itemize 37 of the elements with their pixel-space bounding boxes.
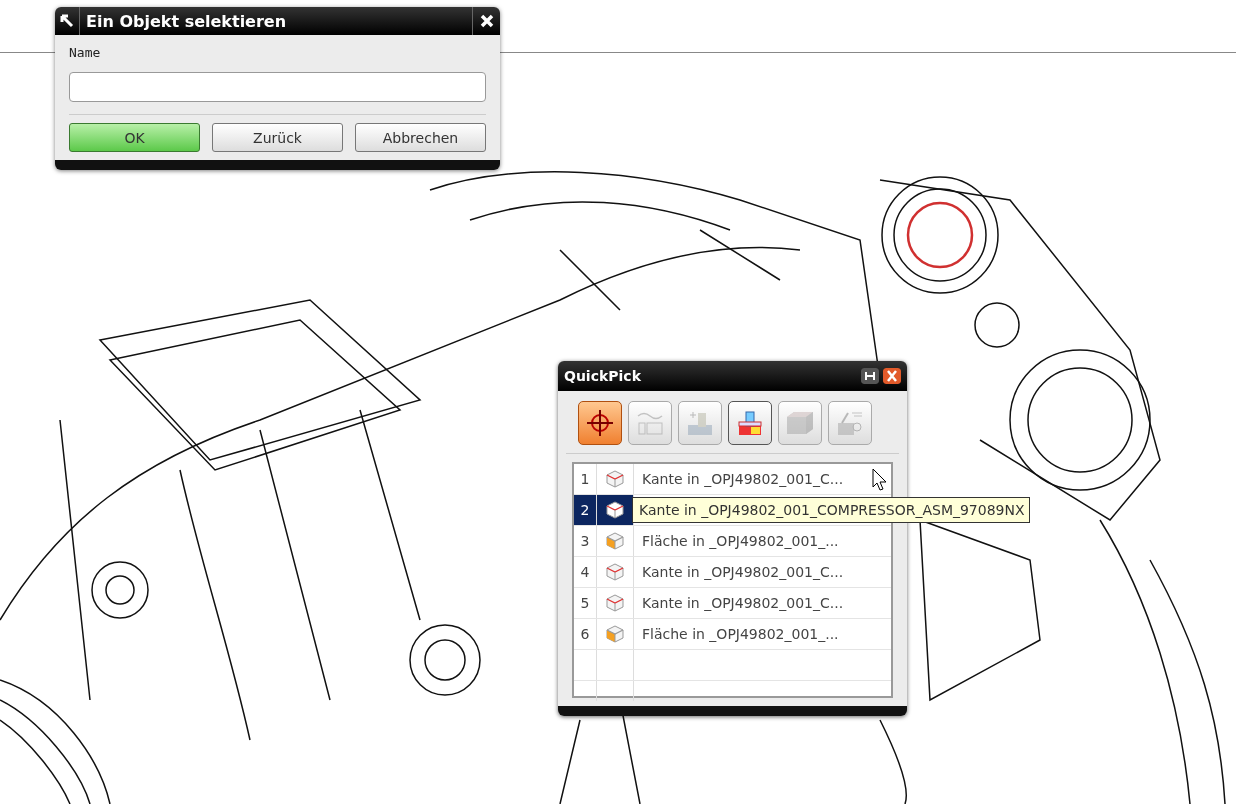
filter-button[interactable]: [578, 401, 622, 445]
pointer-icon: [60, 14, 74, 28]
dialog-title: Ein Objekt selektieren: [85, 11, 288, 31]
list-row[interactable]: 3 Fläche in _OPJ49802_001_...: [574, 526, 891, 557]
list-row[interactable]: 4 Kante in _OPJ49802_001_C...: [574, 557, 891, 588]
row-number: 5: [574, 588, 597, 618]
list-row[interactable]: 5 Kante in _OPJ49802_001_C...: [574, 588, 891, 619]
row-number: 2: [574, 495, 597, 525]
edge-cube-icon: [606, 501, 624, 519]
filter-button[interactable]: [728, 401, 772, 445]
row-number: 4: [574, 557, 597, 587]
row-number: 6: [574, 619, 597, 649]
pin-icon[interactable]: [861, 368, 879, 384]
edge-cube-icon: [606, 470, 624, 488]
tooltip: Kante in _OPJ49802_001_COMPRESSOR_ASM_97089NX: [632, 497, 1030, 523]
dialog-button[interactable]: Abbrechen: [355, 123, 486, 152]
row-label: Kante in _OPJ49802_001_C...: [641, 595, 844, 611]
row-label: Kante in _OPJ49802_001_C...: [641, 471, 844, 487]
dialog-title: QuickPick: [564, 368, 642, 384]
row-number: 1: [574, 464, 597, 494]
close-icon[interactable]: [883, 368, 901, 384]
name-input-field[interactable]: [69, 72, 486, 102]
dialog-button[interactable]: Zurück: [212, 123, 343, 152]
list-row[interactable]: 6 Fläche in _OPJ49802_001_...: [574, 619, 891, 650]
row-label: Kante in _OPJ49802_001_C...: [641, 564, 844, 580]
face-cube-icon: [606, 625, 624, 643]
dialog-button[interactable]: OK: [69, 123, 200, 152]
row-number: 3: [574, 526, 597, 556]
mouse-cursor-icon: [872, 468, 888, 492]
field-label: Name: [69, 45, 102, 60]
edge-cube-icon: [606, 594, 624, 612]
row-label: Fläche in _OPJ49802_001_...: [641, 533, 839, 549]
row-label: Fläche in _OPJ49802_001_...: [641, 626, 839, 642]
face-cube-icon: [606, 532, 624, 550]
close-icon: [478, 13, 495, 29]
point-filter-icon: [584, 407, 616, 439]
edge-cube-icon: [606, 563, 624, 581]
